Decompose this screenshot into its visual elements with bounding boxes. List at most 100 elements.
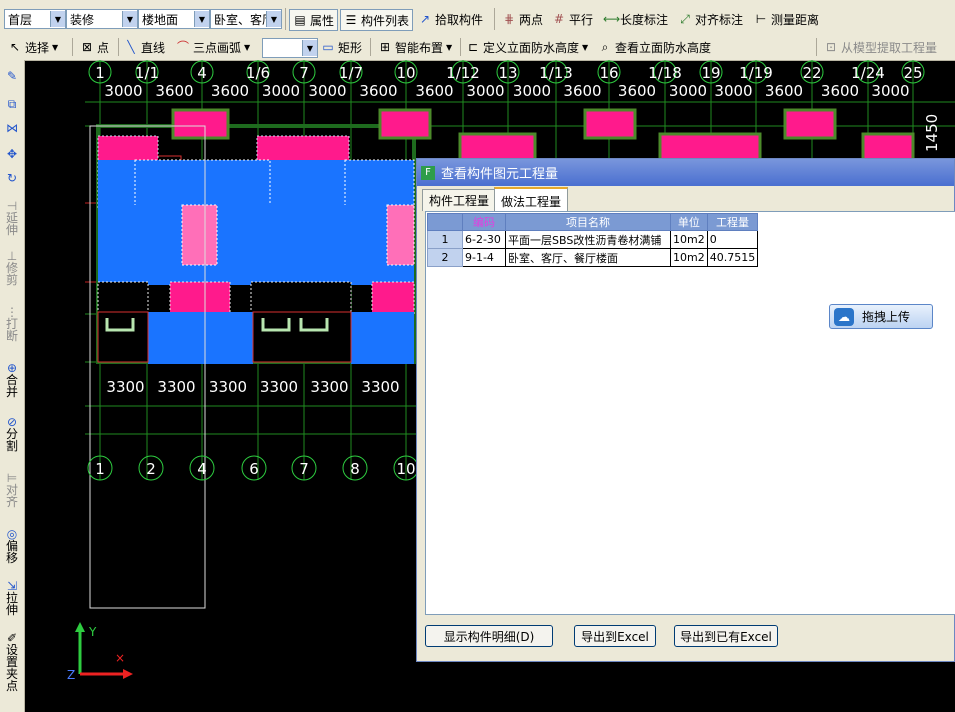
dialog-titlebar[interactable]: F 查看构件图元工程量 (417, 159, 954, 186)
measure-distance-button[interactable]: ⊢ 测量距离 (754, 9, 819, 29)
axis-two-points-icon: ⋕ (503, 12, 515, 26)
table-row[interactable]: 2 9-1-4 卧室、客厅、餐厅楼面 10m2 40.7515 (427, 248, 759, 267)
dimension-top: 3600 (415, 82, 453, 100)
row-number-header (427, 213, 463, 231)
left-toolbar: ✎ ⧉ ⋈ ✥ ↻ ⊣ 延伸 ⊥ 修剪 ⋮ 打断 ⊕ 合并 ⊘ 分割 ⊨ 对齐 ◎ 偏移 ⇲ 拉… (0, 60, 25, 712)
tab-method-quantity[interactable]: 做法工程量 (494, 187, 569, 213)
right-dimension: 1450 (923, 114, 941, 152)
axis-label-top: 1/6 (246, 64, 270, 82)
smart-layout-button[interactable]: ⊞ 智能布置 ▼ (378, 37, 452, 57)
floor-select[interactable]: 首层 ▼ (4, 9, 66, 29)
top-axis-labels: 1 1/1 4 1/6 7 1/7 10 1/12 13 1/13 16 1/18 19 1/19 22 1/… (88, 60, 925, 84)
point-icon: ⊠ (81, 40, 93, 54)
line-icon: ╲ (127, 40, 135, 54)
chevron-down-icon: ▼ (302, 40, 317, 56)
axis-label-top: 4 (197, 64, 207, 82)
select-button[interactable]: ↖ 选择 ▼ (8, 37, 58, 57)
dimension-top: 3000 (262, 82, 300, 100)
mirror-icon[interactable]: ⋈ (2, 122, 22, 134)
chevron-down-icon: ▼ (582, 42, 589, 52)
set-grip-button[interactable]: ✐ 设置夹点 (2, 632, 22, 692)
axis-label-top: 1/7 (339, 64, 363, 82)
ucs-axes-icon: Y Z × (67, 622, 133, 682)
chevron-down-icon: ▼ (266, 11, 281, 27)
trim-button[interactable]: ⊥ 修剪 (2, 250, 22, 286)
axis-label-top: 13 (498, 64, 517, 82)
rectangle-button[interactable]: ▭ 矩形 (321, 37, 362, 57)
waterproof-define-icon: ⊏ (467, 40, 479, 54)
dimension-bottom: 3300 (209, 378, 247, 396)
align-button[interactable]: ⊨ 对齐 (2, 472, 22, 508)
cloud-upload-icon: ☁ (834, 307, 854, 326)
copy-icon[interactable]: ⧉ (2, 98, 22, 110)
main-toolbar: 首层▼ 装修▼ 楼地面▼ 卧室、客厅▼ ▤属性 ☰构件列表 ↗拾取构件 ⋕两点 … (0, 0, 955, 35)
line-button[interactable]: ╲ 直线 (124, 37, 165, 57)
axis-label-top: 16 (599, 64, 618, 82)
magnifier-icon: ⌕ (601, 40, 609, 54)
rectangle-icon: ▭ (322, 40, 334, 54)
dimension-top: 3600 (765, 82, 803, 100)
extract-quantity-button[interactable]: ⊡ 从模型提取工程量 (824, 37, 937, 57)
chevron-down-icon: ▼ (52, 42, 59, 52)
type-select[interactable]: 楼地面 ▼ (138, 9, 210, 29)
properties-button[interactable]: ▤ 属性 (289, 9, 339, 31)
axis-label-bottom: 8 (350, 460, 360, 478)
align-dimension-button[interactable]: ⤢ 对齐标注 (678, 9, 743, 29)
arc-icon: ⌒ (176, 40, 189, 54)
dimension-bottom: 3300 (310, 378, 348, 396)
align-dimension-icon: ⤢ (680, 12, 690, 26)
length-dimension-icon: ⟷ (603, 12, 621, 26)
component-list-button[interactable]: ☰ 构件列表 (340, 9, 414, 31)
break-button[interactable]: ⋮ 打断 (2, 306, 22, 342)
axis-z-label: Z (67, 668, 75, 682)
merge-button[interactable]: ⊕ 合并 (2, 362, 22, 398)
point-button[interactable]: ⊠ 点 (80, 37, 109, 57)
pick-component-button[interactable]: ↗ 拾取构件 (418, 9, 483, 29)
dimension-top: 3000 (513, 82, 551, 100)
category-select[interactable]: 装修 ▼ (66, 9, 138, 29)
move-icon[interactable]: ✥ (2, 148, 22, 160)
table-header: 编码 项目名称 单位 工程量 (427, 213, 759, 231)
drag-upload-button[interactable]: ☁ 拖拽上传 (829, 304, 933, 329)
dimension-bottom: 3300 (361, 378, 399, 396)
offset-button[interactable]: ◎ 偏移 (2, 528, 22, 564)
dimension-top: 3000 (308, 82, 346, 100)
extend-button[interactable]: ⊣ 延伸 (2, 200, 22, 236)
quantity-grid[interactable]: 编码 项目名称 单位 工程量 1 6-2-30 平面一层SBS改性沥青卷材满铺 … (425, 211, 955, 615)
define-waterproof-height-button[interactable]: ⊏ 定义立面防水高度 ▼ (466, 37, 588, 57)
chevron-down-icon: ▼ (446, 42, 453, 52)
dimension-top: 3600 (821, 82, 859, 100)
axis-label-top: 1/18 (648, 64, 682, 82)
quantity-header: 工程量 (706, 213, 759, 231)
brush-icon[interactable]: ✎ (2, 70, 22, 82)
axis-label-bottom: 6 (249, 460, 259, 478)
dimension-top: 3600 (563, 82, 601, 100)
name-select[interactable]: 卧室、客厅▼ (210, 9, 282, 29)
view-waterproof-height-button[interactable]: ⌕ 查看立面防水高度 (598, 37, 711, 57)
two-points-button[interactable]: ⋕ 两点 (502, 9, 543, 29)
draw-option-select[interactable]: ▼ (262, 38, 318, 58)
show-details-button[interactable]: 显示构件明细(D) (425, 625, 553, 647)
cursor-icon: ↖ (9, 40, 21, 54)
code-header: 编码 (462, 213, 506, 231)
dimension-top: 3600 (211, 82, 249, 100)
app-icon: F (421, 165, 435, 180)
stretch-button[interactable]: ⇲ 拉伸 (2, 580, 22, 616)
export-existing-excel-button[interactable]: 导出到已有Excel (674, 625, 778, 647)
table-row[interactable]: 1 6-2-30 平面一层SBS改性沥青卷材满铺 10m2 0 (427, 230, 759, 249)
tab-component-quantity[interactable]: 构件工程量 (422, 189, 497, 211)
bottom-axis-labels: 1 2 4 6 7 8 10 (87, 455, 419, 481)
dimension-top: 3000 (466, 82, 504, 100)
axis-label-top: 25 (903, 64, 922, 82)
axis-label-top: 1/12 (446, 64, 480, 82)
parallel-button[interactable]: # 平行 (552, 9, 593, 29)
axis-label-bottom: 1 (95, 460, 105, 478)
export-excel-button[interactable]: 导出到Excel (574, 625, 656, 647)
rotate-icon[interactable]: ↻ (2, 172, 22, 184)
length-dimension-button[interactable]: ⟷ 长度标注 (603, 9, 668, 29)
three-point-arc-button[interactable]: ⌒ 三点画弧 ▼ (176, 37, 250, 57)
chevron-down-icon: ▼ (244, 42, 251, 52)
axis-label-top: 1/13 (539, 64, 573, 82)
split-button[interactable]: ⊘ 分割 (2, 416, 22, 452)
draw-toolbar: ↖ 选择 ▼ ⊠ 点 ╲ 直线 ⌒ 三点画弧 ▼ ▼ ▭ 矩形 ⊞ 智能布置 ▼ ⊏ 定义立面防水高… (0, 34, 955, 61)
